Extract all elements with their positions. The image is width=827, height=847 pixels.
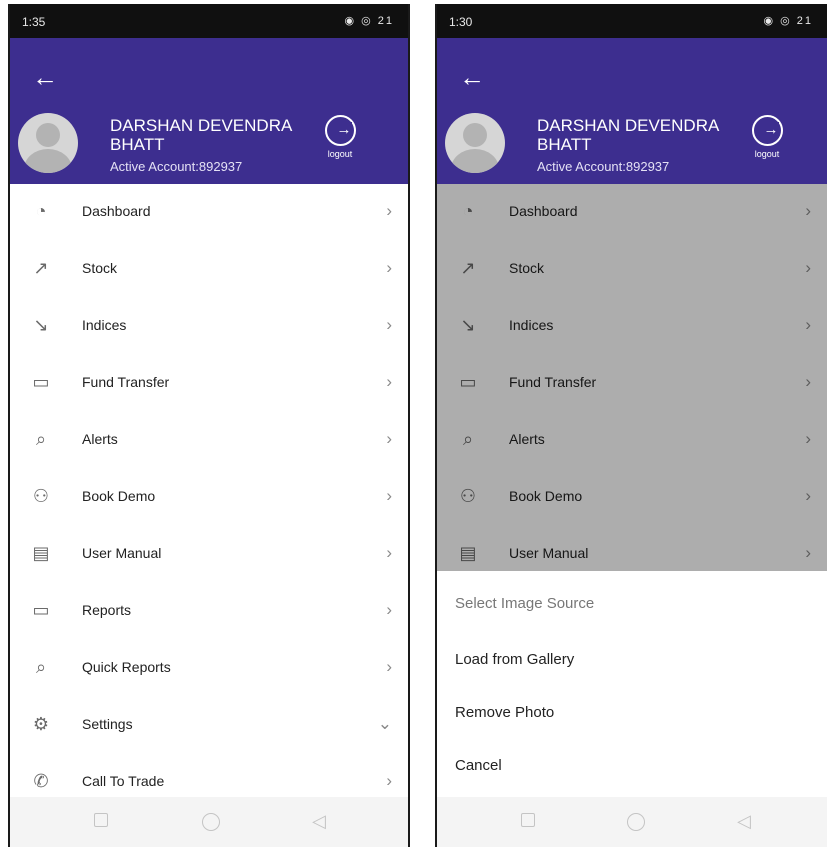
chevron-right-icon: › (386, 657, 392, 676)
profile-header: ← DARSHAN DEVENDRA BHATT Active Account:… (437, 38, 827, 184)
load-from-gallery-option[interactable]: Load from Gallery (455, 651, 574, 668)
menu-item-dashboard[interactable]: ◔ Dashboard › (10, 184, 408, 241)
menu-item-label: Fund Transfer (82, 374, 170, 390)
user-name: DARSHAN DEVENDRA BHATT (110, 116, 292, 154)
menu-item-settings[interactable]: ⚙ Settings ⌄ (10, 697, 408, 754)
chevron-right-icon: › (386, 600, 392, 619)
chevron-right-icon: › (386, 372, 392, 391)
menu-item-user-manual[interactable]: ▤ User Manual › (10, 526, 408, 583)
menu-item-label: Reports (82, 602, 132, 618)
indices-chart-icon: ↘ (33, 315, 49, 335)
system-nav-bar: ◁ (437, 797, 827, 847)
gear-icon: ⚙ (32, 714, 50, 734)
logout-label: logout (327, 149, 353, 159)
chevron-right-icon: › (386, 543, 392, 562)
back-arrow-icon[interactable]: ← (459, 64, 485, 90)
logout-label: logout (754, 149, 780, 159)
status-time: 1:35 (22, 15, 46, 29)
side-menu: ◔ Dashboard › ↗ Stock › ↘ Indices › ▭ Fund Transfe… (10, 184, 408, 811)
phone-screen-right: 1:30 ◉ ◎ 21 ← DARSHAN DEVENDRA BHATT Act… (435, 4, 827, 847)
active-account: Active Account:892937 (110, 159, 243, 174)
menu-item-alerts[interactable]: ⌕ Alerts › (10, 412, 408, 469)
menu-item-book-demo[interactable]: ⚇ Book Demo › (10, 469, 408, 526)
logout-icon: → (324, 115, 356, 146)
home-circle-icon[interactable] (627, 813, 645, 831)
status-icons: ◉ ◎ 21 (344, 15, 394, 27)
image-source-sheet: Select Image Source Load from Gallery Re… (437, 571, 827, 847)
avatar-head (36, 123, 60, 147)
recents-square-icon[interactable] (94, 813, 108, 827)
avatar-body (24, 149, 72, 173)
remove-photo-option[interactable]: Remove Photo (455, 704, 554, 721)
menu-item-indices[interactable]: ↘ Indices › (10, 298, 408, 355)
menu-item-label: Alerts (82, 431, 118, 447)
status-icons: ◉ ◎ 21 (763, 15, 813, 27)
menu-item-label: User Manual (82, 545, 162, 561)
phone-icon: ✆ (33, 771, 49, 791)
wallet-icon: ▭ (32, 372, 50, 392)
chevron-down-icon: ⌄ (377, 714, 392, 733)
menu-item-fund-transfer[interactable]: ▭ Fund Transfer › (10, 355, 408, 412)
status-time: 1:30 (449, 15, 473, 29)
menu-item-stock[interactable]: ↗ Stock › (10, 241, 408, 298)
menu-item-reports[interactable]: ▭ Reports › (10, 583, 408, 640)
menu-item-label: Book Demo (82, 488, 156, 504)
sheet-title: Select Image Source (455, 595, 595, 612)
chevron-right-icon: › (386, 258, 392, 277)
status-bar: 1:30 ◉ ◎ 21 (437, 4, 827, 38)
reports-wallet-icon: ▭ (32, 600, 50, 620)
logout-button[interactable]: → logout (745, 115, 789, 159)
user-name: DARSHAN DEVENDRA BHATT (537, 116, 719, 154)
avatar[interactable] (18, 113, 78, 173)
menu-item-label: Stock (82, 260, 118, 276)
profile-header: ← DARSHAN DEVENDRA BHATT Active Account:… (10, 38, 408, 184)
system-nav-bar: ◁ (10, 797, 408, 847)
avatar-body (451, 149, 499, 173)
back-triangle-icon[interactable]: ◁ (737, 812, 753, 830)
menu-item-label: Settings (82, 716, 133, 732)
back-triangle-icon[interactable]: ◁ (312, 812, 328, 830)
active-account: Active Account:892937 (537, 159, 670, 174)
menu-item-label: Quick Reports (82, 659, 171, 675)
logout-icon: → (751, 115, 783, 146)
clipboard-icon: ▤ (32, 543, 50, 563)
chevron-right-icon: › (386, 201, 392, 220)
chevron-right-icon: › (386, 315, 392, 334)
menu-item-label: Call To Trade (82, 773, 165, 789)
menu-item-label: Dashboard (82, 203, 151, 219)
avatar[interactable] (445, 113, 505, 173)
chevron-right-icon: › (386, 486, 392, 505)
people-icon: ⚇ (32, 486, 50, 506)
dim-overlay[interactable] (437, 184, 827, 571)
recents-square-icon[interactable] (521, 813, 535, 827)
alert-search-icon: ⌕ (35, 429, 47, 449)
cancel-option[interactable]: Cancel (455, 757, 502, 774)
menu-item-quick-reports[interactable]: ⌕ Quick Reports › (10, 640, 408, 697)
avatar-head (463, 123, 487, 147)
status-bar: 1:35 ◉ ◎ 21 (10, 4, 408, 38)
quick-reports-icon: ⌕ (35, 657, 47, 677)
home-circle-icon[interactable] (202, 813, 220, 831)
logout-button[interactable]: → logout (318, 115, 362, 159)
back-arrow-icon[interactable]: ← (32, 64, 58, 90)
phone-screen-left: 1:35 ◉ ◎ 21 ← DARSHAN DEVENDRA BHATT Act… (8, 4, 410, 847)
chevron-right-icon: › (386, 771, 392, 790)
chevron-right-icon: › (386, 429, 392, 448)
menu-item-label: Indices (82, 317, 127, 333)
gauge-icon: ◔ (35, 201, 47, 221)
stock-chart-icon: ↗ (33, 258, 49, 278)
